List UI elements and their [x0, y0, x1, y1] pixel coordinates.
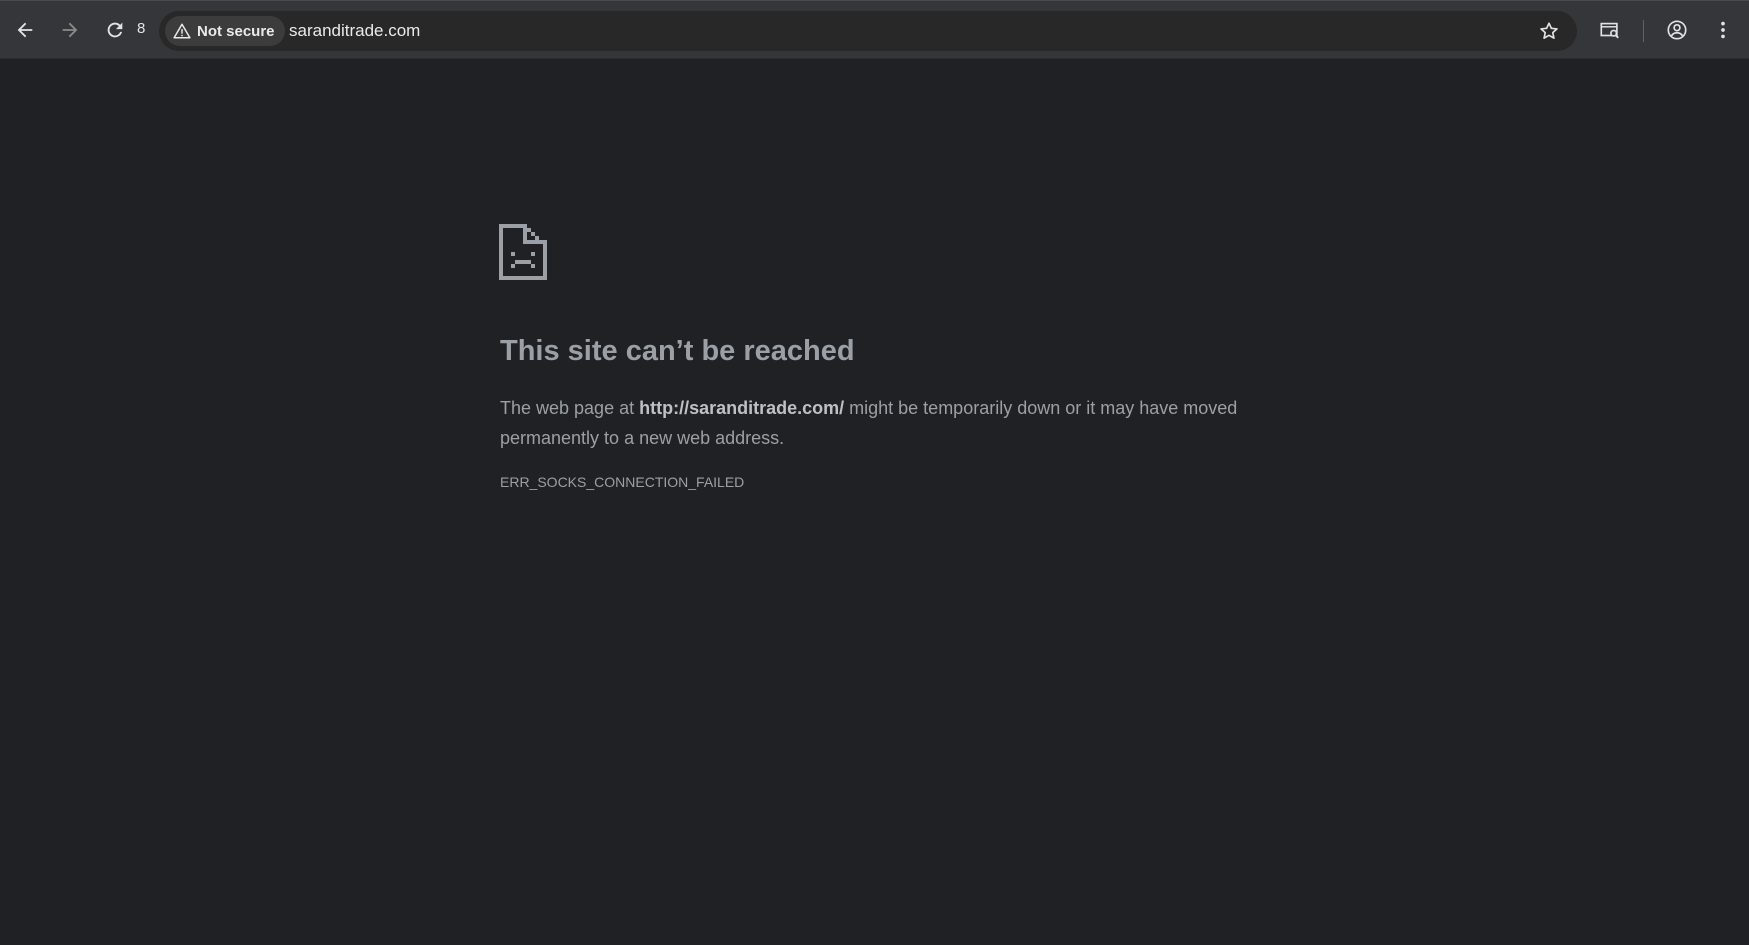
kebab-menu-icon [1721, 21, 1725, 39]
page-content: This site can’t be reached The web page … [0, 59, 1749, 945]
bookmark-button[interactable] [1533, 15, 1565, 47]
warning-triangle-icon [173, 23, 191, 39]
error-url: http://saranditrade.com/ [639, 398, 845, 418]
security-label: Not secure [197, 22, 275, 40]
toolbar-divider [1643, 20, 1644, 42]
profile-icon [1667, 20, 1687, 40]
menu-button[interactable] [1705, 12, 1741, 48]
back-button[interactable] [7, 12, 43, 48]
reload-button[interactable] [97, 12, 133, 48]
error-desc-prefix: The web page at [500, 398, 640, 418]
profile-button[interactable] [1659, 12, 1695, 48]
error-code: ERR_SOCKS_CONNECTION_FAILED [500, 474, 745, 490]
error-title: This site can’t be reached [500, 335, 855, 367]
address-bar[interactable]: Not secure saranditrade.com [159, 11, 1577, 51]
sad-document-icon [499, 224, 547, 280]
arrow-right-icon [62, 22, 78, 38]
security-chip[interactable]: Not secure [165, 16, 285, 46]
reload-count: 8 [137, 20, 146, 37]
page-search-icon [1600, 22, 1619, 39]
star-icon [1540, 22, 1558, 39]
reload-icon [107, 22, 123, 38]
forward-button[interactable] [52, 12, 88, 48]
arrow-left-icon [17, 22, 33, 38]
url-text[interactable]: saranditrade.com [289, 21, 420, 41]
side-panel-button[interactable] [1592, 12, 1628, 48]
error-description: The web page at http://saranditrade.com/… [500, 393, 1260, 453]
browser-toolbar: 8 Not secure saranditrade.com [0, 0, 1749, 59]
